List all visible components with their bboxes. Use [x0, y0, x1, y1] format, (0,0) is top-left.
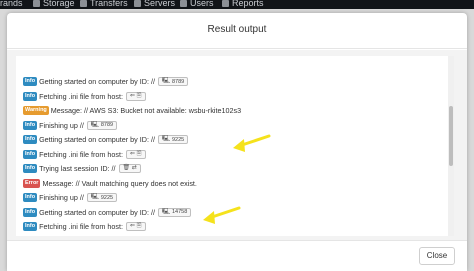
log-line: Info Getting started on computer by ID: /…	[23, 76, 189, 87]
reports-icon	[222, 0, 229, 7]
computer-icon: 🖳	[90, 194, 99, 200]
file-transfer-icon: ⇐ 🗎	[129, 223, 142, 229]
log-message: Getting started on computer by ID: //	[39, 207, 155, 217]
nav-item-brands[interactable]: rands	[0, 0, 23, 8]
info-badge: Info	[23, 91, 38, 101]
annotation-arrow-icon	[233, 134, 271, 152]
modal-footer: Close	[7, 240, 467, 271]
log-message: Fetching .ini file from host:	[39, 149, 123, 159]
log-message: Trying last session ID: //	[39, 164, 116, 173]
log-line: InfoTrying last session ID: // 🗑 ⇄	[23, 163, 141, 174]
log-line: Error Message: // Vault matching query do…	[23, 178, 197, 189]
log-output[interactable]: Info Getting started on computer by ID: /…	[16, 56, 454, 236]
computer-icon: 🖳	[161, 136, 170, 142]
nav-item-servers[interactable]: Servers	[134, 0, 175, 8]
log-line: Warning Message: // AWS S3: Bucket not av…	[23, 105, 241, 116]
nav-item-label: rands	[0, 0, 23, 8]
log-message: Getting started on computer by ID: //	[39, 135, 155, 144]
top-navigation: rands Storage Transfers Servers Users Re…	[0, 0, 474, 9]
nav-item-label: Reports	[232, 0, 264, 8]
info-badge: Info	[23, 77, 38, 86]
log-line: Info Getting started on computer by ID: /…	[23, 207, 192, 218]
log-message: Message: // AWS S3: Bucket not available…	[50, 106, 242, 115]
session-icon: 🗑 ⇄	[122, 165, 137, 171]
info-badge: Info	[23, 120, 38, 130]
log-chip[interactable]: 🗑 ⇄	[118, 164, 141, 173]
modal-header: Result output	[7, 13, 467, 49]
log-chip[interactable]: 🖳 14758	[157, 207, 192, 217]
log-message: Fetching .ini file from host:	[39, 222, 123, 231]
log-line: Info Finishing up //🖳 9225	[23, 192, 118, 203]
info-badge: Info	[23, 135, 38, 144]
nav-item-label: Users	[190, 0, 214, 8]
log-message: Fetching .ini file from host:	[39, 91, 123, 101]
nav-item-transfers[interactable]: Transfers	[80, 0, 128, 8]
info-badge: Info	[23, 222, 38, 231]
log-chip[interactable]: 🖳 9225	[157, 135, 189, 144]
transfer-icon	[80, 0, 87, 7]
log-line: Info Fetching .ini file from host: ⇐ 🗎	[23, 91, 146, 102]
scrollbar-thumb[interactable]	[449, 106, 453, 166]
log-chip[interactable]: ⇐ 🗎	[125, 149, 146, 159]
log-line: Info Finishing up //🖳 8789	[23, 120, 118, 131]
log-chip[interactable]: 🖳 9225	[86, 193, 118, 202]
nav-item-reports[interactable]: Reports	[222, 0, 264, 8]
log-chip[interactable]: ⇐ 🗎	[125, 91, 146, 101]
computer-icon: 🖳	[161, 78, 170, 84]
chip-value: 9225	[171, 136, 185, 143]
log-message: Getting started on computer by ID: //	[39, 77, 155, 86]
log-line: Info Fetching .ini file from host: ⇐ 🗎	[23, 149, 146, 160]
log-chip[interactable]: 🖳 8789	[86, 120, 118, 130]
file-transfer-icon: ⇐ 🗎	[129, 150, 142, 157]
computer-icon: 🖳	[161, 208, 170, 215]
nav-item-label: Storage	[43, 0, 75, 8]
grid-icon	[33, 0, 40, 7]
log-chip[interactable]: ⇐ 🗎	[125, 222, 146, 231]
chip-value: 14758	[171, 209, 188, 215]
nav-item-storage[interactable]: Storage	[33, 0, 75, 8]
result-output-modal: Result output Info Getting started on com…	[7, 13, 467, 271]
server-icon	[134, 0, 141, 7]
info-badge: Info	[23, 207, 38, 217]
log-message: Finishing up //	[39, 193, 84, 202]
log-line: Info Fetching .ini file from host: ⇐ 🗎	[23, 221, 146, 232]
warning-badge: Warning	[23, 106, 49, 115]
chip-value: 8789	[171, 78, 185, 85]
error-badge: Error	[23, 178, 41, 188]
close-button[interactable]: Close	[419, 247, 455, 265]
info-badge: Info	[23, 164, 38, 173]
chip-value: 9225	[100, 194, 114, 201]
log-scrollbar[interactable]	[448, 56, 454, 236]
computer-icon: 🖳	[90, 121, 99, 128]
annotation-arrow-icon	[203, 206, 241, 224]
modal-body: Info Getting started on computer by ID: /…	[7, 50, 467, 240]
info-badge: Info	[23, 149, 38, 159]
log-message: Message: // Vault matching query does no…	[42, 178, 197, 188]
log-line: Info Getting started on computer by ID: /…	[23, 134, 189, 145]
nav-item-label: Transfers	[90, 0, 128, 8]
log-chip[interactable]: 🖳 8789	[157, 77, 189, 86]
file-transfer-icon: ⇐ 🗎	[129, 92, 142, 99]
info-badge: Info	[23, 193, 38, 202]
log-line: InfoTrying last session ID: //🗑 ⇄	[23, 236, 141, 237]
modal-title: Result output	[207, 24, 267, 35]
chip-value: 8789	[100, 122, 114, 128]
log-message: Finishing up //	[39, 120, 84, 130]
nav-item-users[interactable]: Users	[180, 0, 214, 8]
users-icon	[180, 0, 187, 7]
nav-item-label: Servers	[144, 0, 176, 8]
